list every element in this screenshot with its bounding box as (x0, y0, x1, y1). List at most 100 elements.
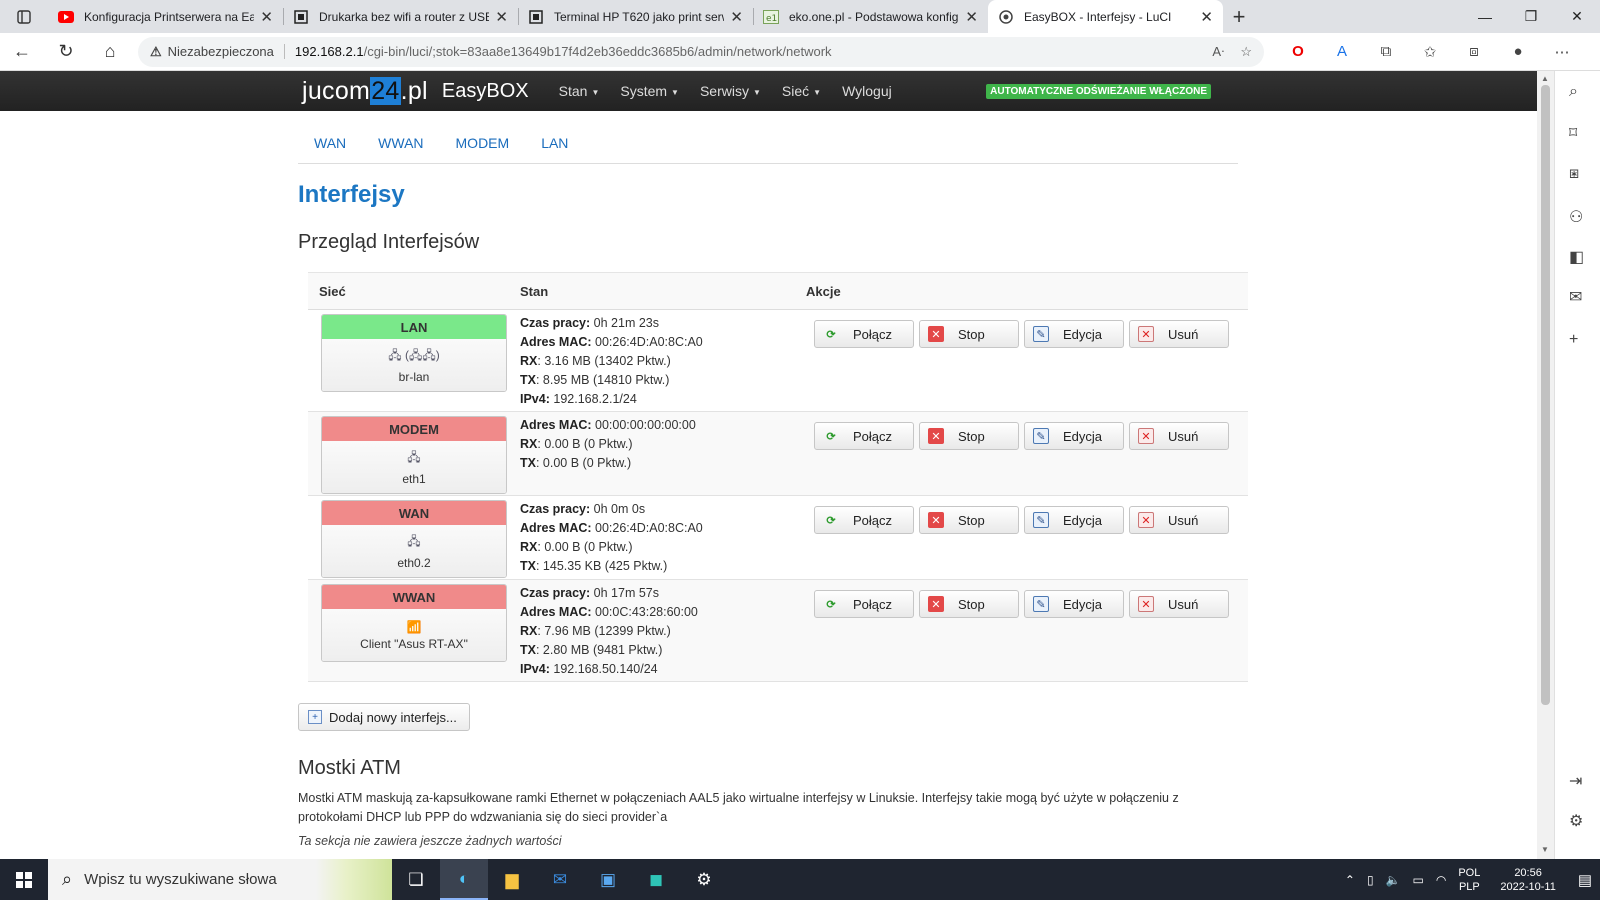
volume-icon[interactable]: 🔈 (1386, 873, 1401, 887)
favorites-icon[interactable]: ✩ (1408, 43, 1452, 61)
edit-button[interactable]: ✎ Edycja (1024, 506, 1124, 534)
read-aloud-icon[interactable]: Aᐧ (1212, 44, 1224, 60)
menu-label: Serwisy (699, 83, 749, 99)
home-icon[interactable]: ⌂ (88, 33, 132, 71)
menu-item-stan[interactable]: Stan ▼ (559, 83, 600, 99)
stop-button[interactable]: ✕ Stop (919, 320, 1019, 348)
store-icon[interactable]: ▣ (584, 859, 632, 900)
subtab-lan[interactable]: LAN (525, 133, 584, 163)
browser-tab[interactable]: Terminal HP T620 jako print serw ✕ (518, 0, 753, 33)
auto-refresh-badge[interactable]: AUTOMATYCZNE ODŚWIEŻANIE WŁĄCZONE (986, 83, 1211, 99)
browser-tab-active[interactable]: EasyBOX - Interfejsy - LuCI ✕ (988, 0, 1223, 33)
browser-tab[interactable]: e1 eko.one.pl - Podstawowa konfig ✕ (753, 0, 988, 33)
battery-icon[interactable]: ▭ (1413, 873, 1424, 887)
tray-device-icon[interactable]: ▯ (1367, 873, 1374, 887)
connect-button[interactable]: ⟳ Połącz (814, 422, 914, 450)
tools-icon[interactable]: ⧆ (1569, 165, 1579, 183)
scroll-thumb[interactable] (1541, 85, 1550, 705)
subtab-wan[interactable]: WAN (298, 133, 362, 163)
tag-icon[interactable]: ⌑ (1569, 123, 1577, 143)
office-icon[interactable]: ◧ (1569, 247, 1584, 267)
network-name: MODEM (322, 417, 506, 441)
edit-button[interactable]: ✎ Edycja (1024, 320, 1124, 348)
delete-button[interactable]: ✕ Usuń (1129, 320, 1229, 348)
scroll-down-icon[interactable]: ▼ (1541, 845, 1549, 854)
restore-icon[interactable]: ❐ (1508, 0, 1554, 33)
extensions-icon[interactable]: ⧉ (1364, 43, 1408, 61)
network-badge[interactable]: MODEM 🖧 eth1 (321, 416, 507, 494)
connect-button[interactable]: ⟳ Połącz (814, 320, 914, 348)
edit-button[interactable]: ✎ Edycja (1024, 590, 1124, 618)
search-icon[interactable]: ⌕ (1569, 83, 1578, 101)
browser-tab[interactable]: Drukarka bez wifi a router z USB ✕ (283, 0, 518, 33)
close-icon[interactable]: ✕ (260, 8, 273, 26)
browser-tab[interactable]: Konfiguracja Printserwera na Eas ✕ (48, 0, 283, 33)
scroll-up-icon[interactable]: ▲ (1541, 74, 1549, 83)
close-icon[interactable]: ✕ (495, 8, 508, 26)
taskbar-search[interactable]: ⌕ Wpisz tu wyszukiwane słowa (48, 859, 392, 900)
outlook-icon[interactable]: ✉ (1569, 287, 1582, 307)
translate-extension-icon[interactable]: A (1320, 43, 1364, 61)
collections-icon[interactable]: ⧈ (1452, 43, 1496, 61)
delete-button[interactable]: ✕ Usuń (1129, 590, 1229, 618)
page-scrollbar[interactable]: ▲ ▼ (1537, 71, 1554, 859)
file-explorer-icon[interactable]: ▆ (488, 859, 536, 900)
add-interface-button[interactable]: + Dodaj nowy interfejs... (298, 703, 470, 731)
task-view-icon[interactable]: ❏ (392, 859, 440, 900)
network-badge[interactable]: WAN 🖧 eth0.2 (321, 500, 507, 578)
subtab-modem[interactable]: MODEM (440, 133, 526, 163)
reload-icon[interactable]: ↻ (44, 33, 88, 71)
close-icon[interactable]: ✕ (730, 8, 743, 26)
security-label[interactable]: Niezabezpieczona (168, 44, 285, 59)
more-menu-icon[interactable]: ⋯ (1540, 43, 1584, 61)
stop-button[interactable]: ✕ Stop (919, 590, 1019, 618)
wifi-icon[interactable]: ◠ (1436, 873, 1446, 887)
product-name[interactable]: EasyBOX (442, 80, 529, 103)
windows-start-icon[interactable] (0, 871, 48, 888)
menu-item-system[interactable]: System ▼ (620, 83, 679, 99)
app-icon[interactable]: ◼ (632, 859, 680, 900)
status-rx: RX: 0.00 B (0 Pktw.) (520, 435, 814, 454)
new-tab-icon[interactable]: + (1223, 0, 1255, 33)
delete-button[interactable]: ✕ Usuń (1129, 422, 1229, 450)
menu-item-wyloguj[interactable]: Wyloguj (842, 83, 892, 99)
menu-item-siec[interactable]: Sieć ▼ (782, 83, 821, 99)
notifications-icon[interactable]: ▤ (1578, 871, 1592, 889)
close-icon[interactable]: ✕ (1200, 8, 1213, 26)
delete-button[interactable]: ✕ Usuń (1129, 506, 1229, 534)
games-icon[interactable]: ⚇ (1569, 207, 1583, 227)
favorite-add-icon[interactable]: ☆ (1240, 44, 1252, 60)
settings-gear-icon[interactable]: ⚙ (1569, 811, 1583, 831)
opera-extension-icon[interactable]: O (1276, 43, 1320, 61)
edge-app-icon[interactable]: ◐ (440, 859, 488, 900)
stop-button[interactable]: ✕ Stop (919, 506, 1019, 534)
close-window-icon[interactable]: ✕ (1554, 0, 1600, 33)
clock[interactable]: 20:56 2022-10-11 (1500, 866, 1555, 894)
menu-item-serwisy[interactable]: Serwisy ▼ (700, 83, 761, 99)
delete-label: Usuń (1168, 326, 1199, 342)
connect-button[interactable]: ⟳ Połącz (814, 590, 914, 618)
close-icon[interactable]: ✕ (965, 8, 978, 26)
hide-sidebar-icon[interactable]: ⇥ (1569, 771, 1582, 791)
profile-avatar[interactable]: ● (1496, 43, 1540, 61)
brand-logo[interactable]: jucom24.pl (302, 76, 428, 106)
settings-app-icon[interactable]: ⚙ (680, 859, 728, 900)
subtab-wwan[interactable]: WWAN (362, 133, 439, 163)
network-device: eth0.2 (397, 556, 431, 570)
back-icon[interactable]: ← (0, 33, 44, 71)
network-badge[interactable]: WWAN 📶 Client "Asus RT-AX" (321, 584, 507, 662)
edit-button[interactable]: ✎ Edycja (1024, 422, 1124, 450)
add-sidebar-icon[interactable]: + (1569, 331, 1578, 349)
tab-actions-icon[interactable] (0, 0, 48, 33)
site-icon (293, 9, 309, 25)
network-badge[interactable]: LAN 🖧 (🖧🖧) br-lan (321, 314, 507, 392)
stop-button[interactable]: ✕ Stop (919, 422, 1019, 450)
status-mac: Adres MAC: 00:00:00:00:00:00 (520, 416, 814, 435)
minimize-icon[interactable]: — (1462, 0, 1508, 33)
tray-chevron-icon[interactable]: ⌃ (1345, 873, 1355, 887)
address-bar[interactable]: ⚠ Niezabezpieczona 192.168.2.1 /cgi-bin/… (138, 36, 1264, 67)
mail-icon[interactable]: ✉ (536, 859, 584, 900)
connect-button[interactable]: ⟳ Połącz (814, 506, 914, 534)
warning-icon[interactable]: ⚠ (150, 44, 162, 60)
language-indicator[interactable]: POL PLP (1458, 866, 1480, 894)
